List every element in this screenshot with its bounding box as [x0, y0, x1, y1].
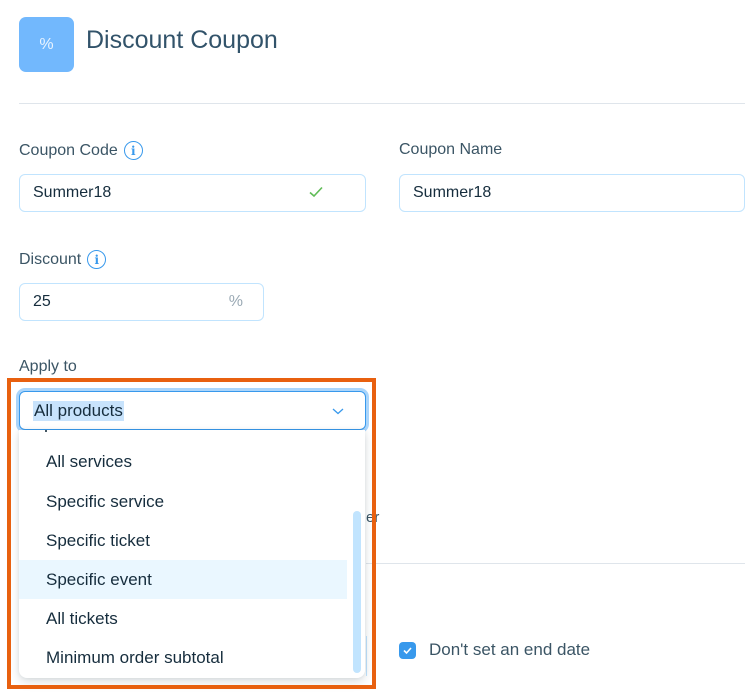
no-end-date-label[interactable]: Don't set an end date — [429, 640, 590, 660]
no-end-date-checkbox[interactable] — [399, 642, 416, 659]
info-icon[interactable]: i — [123, 141, 143, 160]
option-all-tickets[interactable]: All tickets — [19, 599, 347, 638]
apply-to-selected-value: All products — [33, 400, 124, 421]
valid-check-icon — [309, 186, 323, 198]
coupon-name-input[interactable]: Summer18 — [399, 174, 745, 212]
discount-label: Discount i — [19, 250, 107, 269]
clipped-option-fragment — [45, 430, 47, 432]
option-all-services[interactable]: All services — [19, 442, 347, 481]
coupon-code-input[interactable]: Summer18 — [19, 174, 366, 212]
coupon-name-label: Coupon Name — [399, 141, 503, 158]
section-divider — [366, 563, 745, 564]
chevron-down-icon — [332, 408, 344, 415]
apply-to-select[interactable]: All products — [19, 391, 366, 430]
option-minimum-order-subtotal[interactable]: Minimum order subtotal — [19, 638, 347, 677]
option-specific-event[interactable]: Specific event — [19, 560, 347, 599]
percent-suffix: % — [228, 293, 243, 310]
apply-to-label: Apply to — [19, 358, 77, 375]
coupon-code-label: Coupon Code i — [19, 141, 143, 160]
obscured-field-edge — [366, 636, 367, 676]
option-specific-ticket[interactable]: Specific ticket — [19, 521, 347, 560]
checkmark-icon — [403, 647, 412, 655]
dropdown-scrollbar[interactable] — [353, 511, 361, 673]
info-icon[interactable]: i — [87, 250, 107, 269]
percent-icon: % — [39, 35, 54, 53]
obscured-text: er — [366, 509, 380, 526]
discount-input[interactable]: 25 % — [19, 283, 264, 321]
page-title: Discount Coupon — [86, 26, 278, 54]
option-specific-service[interactable]: Specific service — [19, 482, 347, 521]
header-divider — [19, 103, 745, 104]
coupon-type-icon: % — [19, 17, 74, 72]
apply-to-dropdown[interactable]: All services Specific service Specific t… — [19, 430, 365, 678]
